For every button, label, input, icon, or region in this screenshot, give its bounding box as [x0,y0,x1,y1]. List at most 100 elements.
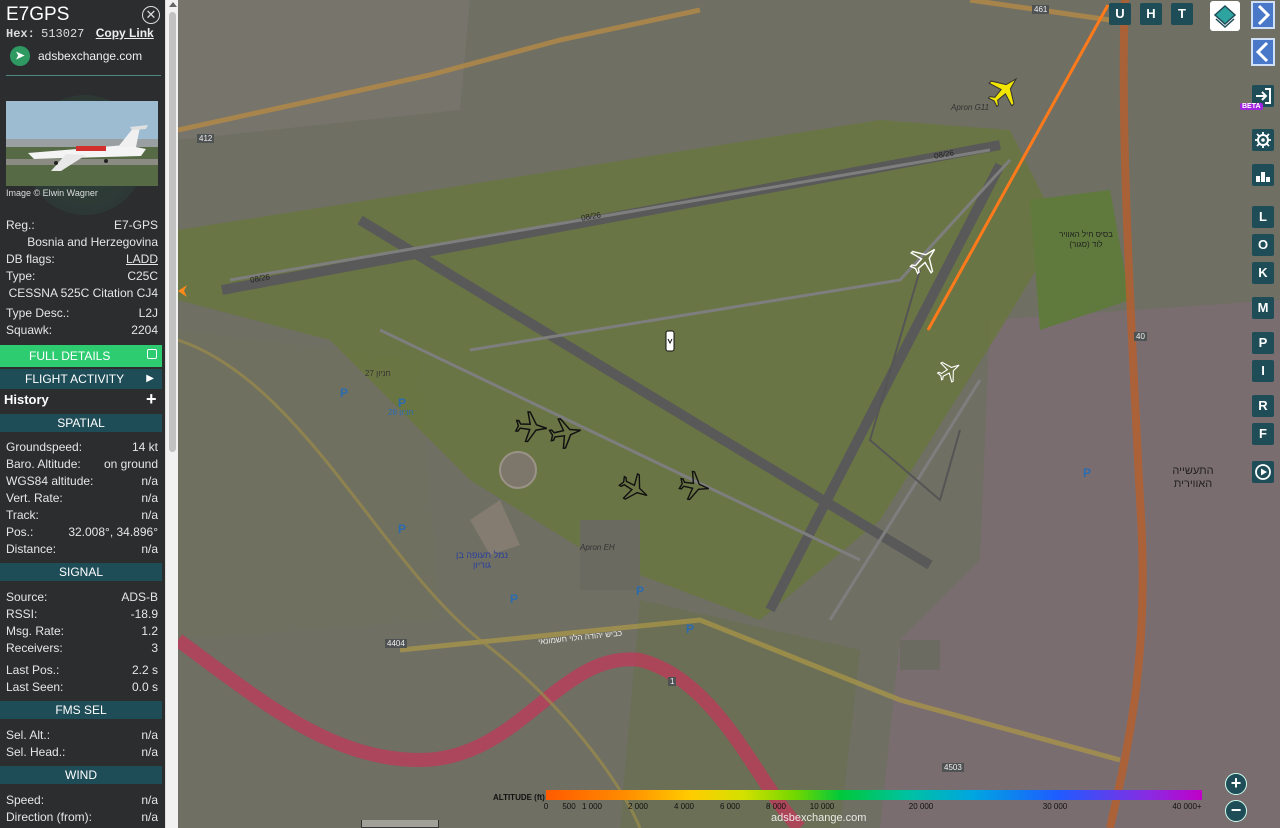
replay-button[interactable] [1252,461,1274,483]
altitude-tick: 8 000 [765,802,787,811]
podium-icon [1256,172,1270,182]
flight-activity-button[interactable]: FLIGHT ACTIVITY ▶ [0,369,162,389]
toggle-o-button[interactable]: O [1252,234,1274,256]
zoom-out-button[interactable]: − [1225,800,1247,822]
toggle-k-button[interactable]: K [1252,262,1274,284]
sel-alt-label: Sel. Alt.: [6,728,51,742]
altitude-tick: 0 [543,802,549,811]
last-seen-value: 0.0 s [131,680,158,694]
scale-bar [361,820,439,828]
toggle-f-button[interactable]: F [1252,423,1274,445]
groundspeed-label: Groundspeed: [6,440,83,454]
distance-value: n/a [141,542,158,556]
wind-direction-label: Direction (from): [6,810,93,824]
aircraft-icon[interactable] [512,408,550,446]
collapse-panel-button[interactable] [1251,1,1275,29]
road-461-shield: 461 [1032,5,1050,14]
site-name: adsbexchange.com [38,49,143,63]
toggle-p-button[interactable]: P [1252,332,1274,354]
road-4503-shield: 4503 [942,763,964,772]
toggle-r-button[interactable]: R [1252,395,1274,417]
map-canvas[interactable] [178,0,1280,828]
copy-link[interactable]: Copy Link [96,26,154,40]
toggle-i-button[interactable]: I [1252,360,1274,382]
toggle-l-button[interactable]: L [1252,206,1274,228]
parking-27-label: חניון 27 [365,369,391,378]
toggle-h-button[interactable]: H [1140,3,1162,25]
db-flags-value[interactable]: LADD [126,252,158,266]
road-412-shield: 412 [197,134,215,143]
aircraft-icon[interactable] [906,242,942,278]
type-label: Type: [6,269,36,283]
receivers-value: 3 [151,641,158,655]
road-1-shield: 1 [668,677,677,686]
altitude-tick: 4 000 [673,802,695,811]
map-layers-button[interactable] [1210,1,1240,31]
receivers-label: Receivers: [6,641,63,655]
stats-button[interactable] [1252,164,1274,186]
flight-activity-label: FLIGHT ACTIVITY [25,372,125,386]
layers-icon [1213,4,1237,29]
ground-vehicle-icon[interactable] [665,330,675,352]
close-icon[interactable]: ✕ [142,6,160,24]
beta-badge: BETA [1240,103,1263,110]
sel-head-label: Sel. Head.: [6,745,66,759]
road-4404-shield: 4404 [385,639,407,648]
msg-rate-label: Msg. Rate: [6,624,65,638]
altitude-legend-title: ALTITUDE (ft) [493,793,545,802]
reg-value: E7-GPS [113,218,158,232]
altitude-tick: 30 000 [1042,802,1068,811]
expand-panel-button[interactable] [1251,38,1275,66]
zoom-in-button[interactable]: + [1225,773,1247,795]
toggle-u-button[interactable]: U [1109,3,1131,25]
parking-icon: P [340,386,349,400]
settings-button[interactable] [1252,129,1274,151]
chevron-right-icon [1257,4,1271,26]
hex-label: Hex: [6,27,35,41]
type-full: CESSNA 525C Citation CJ4 [8,286,158,300]
altitude-tick: 10 000 [809,802,835,811]
scrollbar-thumb[interactable] [169,12,176,452]
altitude-tick: 2 000 [627,802,649,811]
squawk-label: Squawk: [6,323,53,337]
full-details-button[interactable]: FULL DETAILS [0,345,162,367]
aerospace-industries-label: התעשייה האווירית [1172,465,1214,490]
chevron-left-icon [1255,41,1269,63]
history-heading: History [4,392,49,407]
type-desc-value: L2J [138,306,158,320]
sidebar-scrollbar[interactable] [165,0,178,828]
aircraft-icon[interactable] [935,357,963,385]
aircraft-photo[interactable] [6,101,158,186]
wind-speed-label: Speed: [6,793,45,807]
vert-rate-value: n/a [141,491,158,505]
toggle-t-button[interactable]: T [1171,3,1193,25]
altitude-legend: ALTITUDE (ft) 0 500 1 000 2 000 4 000 6 … [490,790,1210,822]
airport-name-label: נמל תעופה בן גוריון [456,550,508,570]
position-value: 32.008°, 34.896° [68,525,158,539]
spatial-header: SPATIAL [0,414,162,432]
divider [6,75,161,76]
aircraft-icon[interactable] [616,470,652,506]
parking-icon: P [1083,466,1092,480]
baro-altitude-value: on ground [103,457,158,471]
selected-aircraft-icon[interactable] [983,70,1025,112]
app-root: E7GPS ✕ Hex: 513027 Copy Link ➤ adsbexch… [0,0,1280,828]
source-value: ADS-B [121,590,158,604]
sel-alt-value: n/a [141,728,158,742]
aircraft-icon[interactable] [676,468,712,504]
aircraft-photo-image [6,101,158,186]
toggle-m-button[interactable]: M [1252,297,1274,319]
rssi-label: RSSI: [6,607,38,621]
wind-speed-value: n/a [141,793,158,807]
history-expand-icon[interactable]: + [146,389,157,410]
aircraft-icon[interactable] [546,414,584,452]
offscreen-aircraft-icon[interactable] [178,284,188,298]
track-value: n/a [141,508,158,522]
map-view[interactable]: Apron G11 Apron EH 08/26 08/26 08/26 412… [178,0,1280,828]
type-value: C25C [127,269,158,283]
callsign: E7GPS [6,4,70,25]
parking-icon: P [636,584,645,598]
scroll-up-arrow-icon[interactable] [169,2,177,7]
adsbexchange-link[interactable]: ➤ adsbexchange.com [10,46,142,66]
country: Bosnia and Herzegovina [27,235,158,249]
